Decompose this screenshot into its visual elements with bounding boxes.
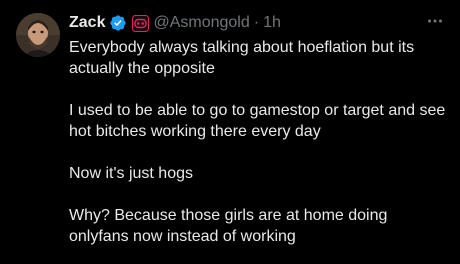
separator-dot: · [253,14,260,31]
tweet-paragraph: Why? Because those girls are at home doi… [69,207,388,245]
tweet-paragraph: I used to be able to go to gamestop or t… [69,102,446,140]
avatar[interactable] [16,13,60,57]
tweet-paragraph: Now it's just hogs [69,165,193,182]
more-options-icon[interactable] [426,12,444,30]
author-name[interactable]: Zack [69,12,105,34]
verified-badge-icon[interactable] [109,14,127,32]
tweet-paragraph: Everybody always talking about hoeflatio… [69,39,415,77]
tweet-text: Everybody always talking about hoeflatio… [69,37,449,247]
tweet-header: Zack @Asmongold · 1h [69,12,449,34]
tweet[interactable]: Zack @Asmongold · 1h Everybody always ta… [0,0,460,264]
timestamp[interactable]: 1h [263,12,281,34]
affiliation-badge-icon[interactable] [132,14,150,32]
author-handle[interactable]: @Asmongold [153,12,249,34]
tweet-content: Zack @Asmongold · 1h Everybody always ta… [69,12,449,247]
